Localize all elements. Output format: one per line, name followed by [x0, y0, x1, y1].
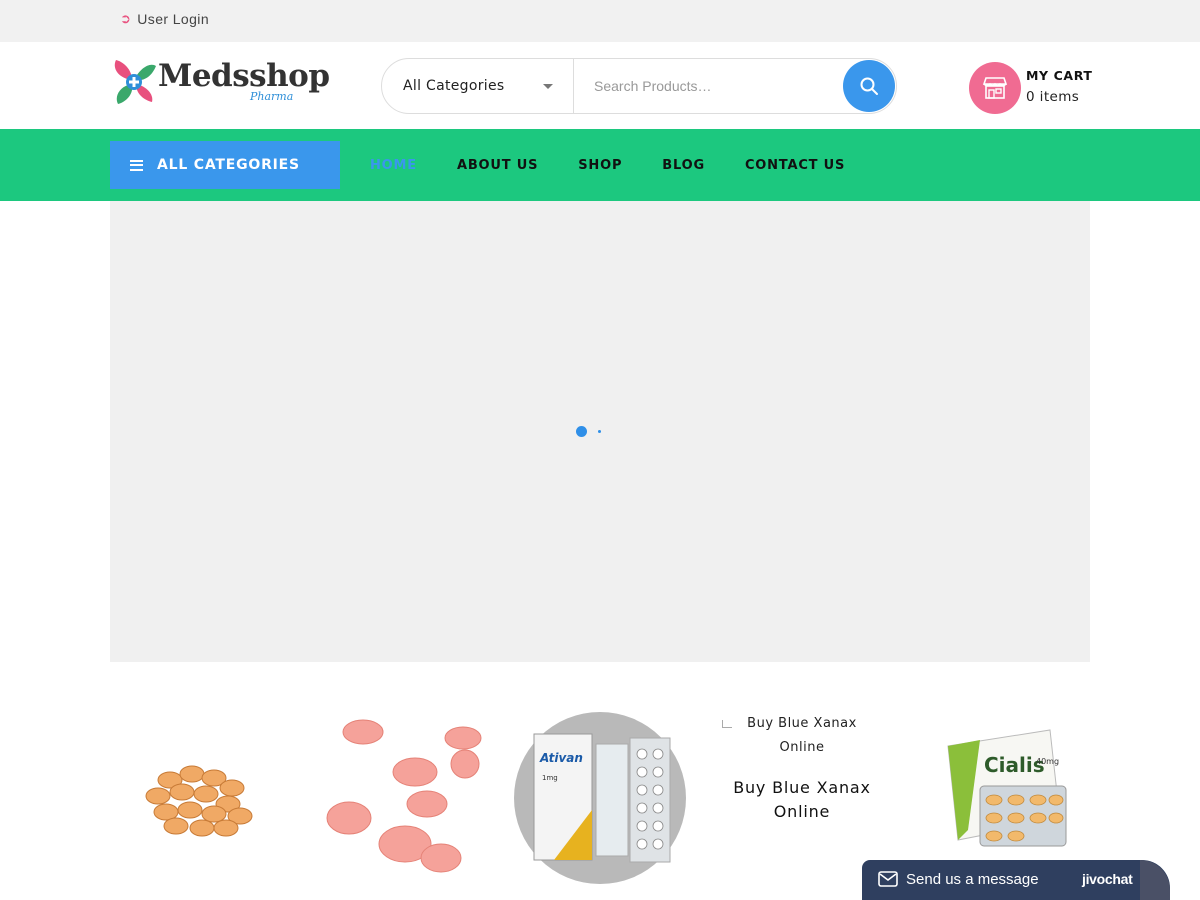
broken-image-icon: [722, 720, 732, 728]
nav-link-blog[interactable]: BLOG: [662, 158, 705, 173]
main-nav: ALL CATEGORIES HOME ABOUT US SHOP BLOG C…: [0, 129, 1200, 201]
image-alt-text: Buy Blue Xanax Online: [747, 716, 857, 755]
logo[interactable]: Medsshop Pharma: [110, 56, 330, 108]
product-card[interactable]: Ativan 1mg: [514, 700, 694, 900]
search-icon: [860, 77, 878, 95]
product-image-ativan: Ativan 1mg: [514, 712, 686, 884]
chat-bubble-icon[interactable]: [1140, 860, 1170, 900]
hero-slider: [110, 201, 1090, 662]
search-input[interactable]: [580, 67, 840, 105]
hamburger-icon: [130, 159, 143, 171]
nav-link-home[interactable]: HOME: [370, 158, 417, 173]
nav-links: HOME ABOUT US SHOP BLOG CONTACT US: [370, 129, 885, 201]
loading-dot: [576, 426, 587, 437]
nav-link-contact[interactable]: CONTACT US: [745, 158, 845, 173]
envelope-icon: [878, 871, 898, 887]
search-bar: All Categories: [381, 58, 897, 114]
site-header: Medsshop Pharma All Categories MY CART: [0, 42, 1200, 129]
svg-text:Ativan: Ativan: [539, 751, 583, 765]
chat-message-label: Send us a message: [906, 871, 1039, 888]
chat-widget[interactable]: Send us a message jivochat: [862, 860, 1170, 900]
cart-count: 0 items: [1026, 89, 1080, 105]
loading-dot: [598, 430, 601, 433]
svg-text:40mg: 40mg: [1036, 757, 1059, 766]
cart-title: MY CART: [1026, 68, 1093, 83]
chat-brand-logo: jivochat: [1082, 871, 1133, 887]
category-select[interactable]: All Categories: [382, 59, 574, 113]
product-image-pink-pills: [326, 719, 482, 873]
product-card[interactable]: [315, 700, 495, 900]
nav-link-shop[interactable]: SHOP: [578, 158, 622, 173]
category-select-value: All Categories: [403, 78, 505, 94]
product-image-orange-pills: [145, 765, 253, 837]
product-card[interactable]: [110, 700, 290, 900]
svg-text:1mg: 1mg: [542, 774, 558, 782]
top-bar: ➲ User Login: [0, 0, 1200, 46]
logo-leaf-icon: [114, 60, 156, 104]
user-login-label: User Login: [137, 11, 209, 27]
all-categories-label: ALL CATEGORIES: [157, 157, 300, 173]
logo-text: Medsshop: [158, 58, 330, 94]
sign-in-icon: ➲: [120, 11, 132, 26]
logo-subtitle: Pharma: [250, 90, 294, 103]
product-title[interactable]: Buy Blue Xanax Online: [722, 776, 882, 824]
all-categories-button[interactable]: ALL CATEGORIES: [110, 141, 340, 189]
store-icon: [969, 62, 1021, 114]
cart-widget[interactable]: MY CART 0 items: [969, 62, 1099, 114]
chevron-down-icon: [543, 84, 553, 89]
product-image-cialis: Cialis 40mg: [947, 729, 1067, 847]
search-button[interactable]: [843, 60, 895, 112]
user-login-link[interactable]: ➲ User Login: [120, 11, 209, 27]
nav-link-about[interactable]: ABOUT US: [457, 158, 538, 173]
